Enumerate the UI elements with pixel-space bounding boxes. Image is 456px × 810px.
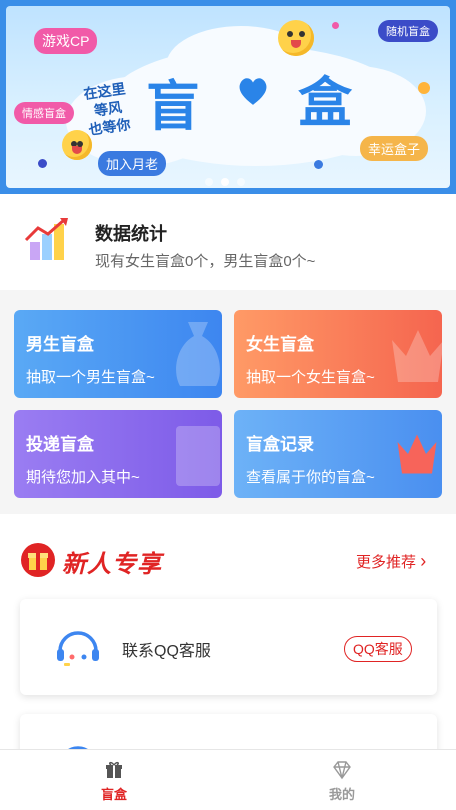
- orb-decoration: [38, 159, 47, 168]
- stats-title: 数据统计: [95, 224, 167, 244]
- card-title: 女生盲盒: [246, 335, 314, 354]
- card-subtitle: 期待您加入其中~: [26, 469, 140, 486]
- banner-slogan: 在这里 等风 也等你: [82, 79, 132, 138]
- tab-label: 我的: [328, 787, 355, 802]
- bottom-tab-bar: 盲盒 我的: [0, 749, 456, 810]
- tag-emotion-box: 情感盲盒: [14, 102, 74, 124]
- card-title: 盲盒记录: [246, 435, 314, 454]
- service-label: 联系QQ客服: [122, 643, 211, 660]
- card-title: 投递盲盒: [26, 435, 94, 454]
- card-subtitle: 抽取一个男生盲盒~: [26, 369, 155, 386]
- diamond-icon: [333, 761, 351, 780]
- tag-join-moon: 加入月老: [98, 151, 167, 176]
- tag-random-box: 随机盲盒: [378, 20, 438, 42]
- card-male-box[interactable]: 男生盲盒 抽取一个男生盲盒~: [14, 310, 222, 398]
- crown-icon: [392, 330, 442, 382]
- banner-carousel[interactable]: 游戏CP 随机盲盒 情感盲盒 加入月老 幸运盒子 在这里 等风 也等你 盲 盒: [0, 0, 456, 194]
- tab-label: 盲盒: [100, 787, 127, 802]
- card-subtitle: 抽取一个女生盲盒~: [246, 369, 375, 386]
- carousel-dot[interactable]: [237, 178, 245, 186]
- stats-panel: 数据统计 现有女生盲盒0个，男生盲盒0个~: [0, 194, 456, 290]
- heart-icon: [239, 78, 267, 105]
- smiley-icon: [278, 20, 314, 56]
- qq-service-badge[interactable]: QQ客服: [344, 636, 412, 662]
- tag-game-cp: 游戏CP: [34, 28, 98, 54]
- stats-subtitle: 现有女生盲盒0个，男生盲盒0个~: [95, 253, 316, 270]
- tab-blind-box[interactable]: 盲盒: [0, 750, 228, 810]
- tab-mine[interactable]: 我的: [228, 750, 456, 810]
- card-submit-box[interactable]: 投递盲盒 期待您加入其中~: [14, 410, 222, 498]
- card-female-box[interactable]: 女生盲盒 抽取一个女生盲盒~: [234, 310, 442, 398]
- promo-title: 新人专享: [62, 551, 162, 578]
- bar-chart-icon: [176, 426, 220, 486]
- more-recommend-link[interactable]: 更多推荐 ›: [356, 551, 426, 572]
- card-title: 男生盲盒: [26, 335, 94, 354]
- orb-decoration: [314, 160, 323, 169]
- orb-decoration: [332, 22, 339, 29]
- orb-decoration: [418, 82, 430, 94]
- headset-icon: [57, 631, 99, 666]
- more-label: 更多推荐: [356, 554, 417, 571]
- money-bag-icon: [176, 322, 220, 386]
- gift-icon: [21, 543, 55, 577]
- chevron-right-icon: ›: [420, 551, 427, 571]
- banner-slide[interactable]: 游戏CP 随机盲盒 情感盲盒 加入月老 幸运盒子 在这里 等风 也等你 盲 盒: [6, 6, 450, 188]
- banner-title-right: 盒: [298, 73, 354, 133]
- tag-lucky-box: 幸运盒子: [360, 136, 429, 161]
- gift-icon: [106, 761, 122, 778]
- carousel-dot-active[interactable]: [221, 178, 229, 186]
- card-subtitle: 查看属于你的盲盒~: [246, 469, 375, 486]
- bar-chart-icon: [24, 218, 68, 260]
- card-box-records[interactable]: 盲盒记录 查看属于你的盲盒~: [234, 410, 442, 498]
- crown-icon: [397, 434, 437, 474]
- banner-title-left: 盲: [146, 77, 202, 137]
- carousel-dot[interactable]: [205, 178, 213, 186]
- smiley-icon: [62, 130, 92, 160]
- carousel-indicator: [205, 178, 245, 186]
- service-card-qq[interactable]: 联系QQ客服 QQ客服: [20, 599, 437, 695]
